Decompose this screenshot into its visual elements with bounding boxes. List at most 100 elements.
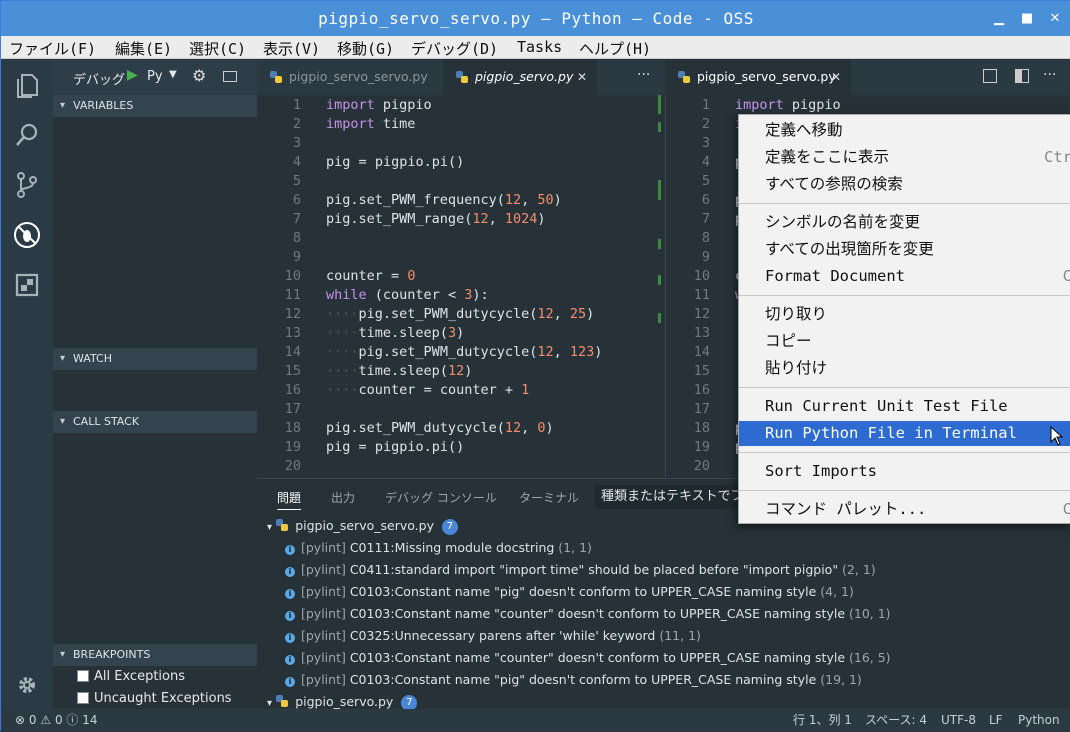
line-number: 15 (284, 363, 301, 379)
close-window-button[interactable]: ✕ (1045, 9, 1065, 29)
menu-go[interactable]: 移動(G) (337, 38, 394, 59)
menu-separator (739, 490, 1070, 491)
gear-icon[interactable] (13, 671, 41, 699)
line-number: 4 (292, 154, 301, 170)
info-icon: ⓘ (66, 713, 79, 727)
debug-icon[interactable] (13, 221, 41, 249)
breakpoints-panel: All Exceptions Uncaught Exceptions (53, 666, 257, 709)
chevron-down-icon[interactable]: ▾ (267, 698, 275, 709)
tab-pigpio-servo-servo-right[interactable]: pigpio_servo_servo.py ✕ (665, 59, 851, 95)
mouse-cursor-icon (1050, 426, 1064, 446)
line-number: 10 (284, 268, 301, 284)
error-icon: ⊗ (15, 713, 26, 727)
line-number: 2 (701, 116, 710, 132)
breakpoints-header[interactable]: BREAKPOINTS (53, 644, 257, 666)
python-file-icon (275, 518, 295, 533)
problems-filter-input[interactable]: 種類またはテキストでフィルター (595, 485, 755, 509)
status-bar: ⊗ 0 ⚠ 0 ⓘ 14 行 1、列 1 スペース: 4 UTF-8 LF Py… (1, 709, 1070, 732)
settings-gear-icon[interactable]: ⚙ (192, 66, 206, 85)
context-menu-item[interactable]: 定義をここに表示 Ctr (739, 145, 1070, 170)
debug-config-select[interactable]: Py (147, 69, 163, 84)
tab-pigpio-servo[interactable]: pigpio_servo.py ✕ (443, 59, 597, 95)
tab-debug-console[interactable]: デバッグ コンソール (385, 489, 497, 506)
context-menu-item[interactable]: Sort Imports (739, 459, 1070, 484)
context-menu-item[interactable]: すべての出現箇所を変更 (739, 237, 1070, 262)
problem-row[interactable]: i [pylint] C0103:Constant name "pig" does… (257, 669, 1070, 691)
close-tab-icon[interactable]: ✕ (577, 59, 587, 95)
close-tab-icon[interactable]: ✕ (831, 59, 841, 95)
line-number: 7 (292, 211, 301, 227)
variables-header[interactable]: VARIABLES (53, 95, 257, 117)
status-indentation[interactable]: スペース: 4 (865, 709, 927, 732)
more-actions-icon[interactable]: ··· (1043, 67, 1056, 83)
status-cursor-position[interactable]: 行 1、列 1 (793, 709, 852, 732)
explorer-icon[interactable] (13, 71, 41, 99)
status-encoding[interactable]: UTF-8 (941, 709, 976, 732)
context-menu-item[interactable]: シンボルの名前を変更 (739, 210, 1070, 235)
status-eol[interactable]: LF (989, 709, 1003, 732)
window-title: pigpio_servo_servo.py — Python — Code - … (318, 9, 754, 28)
context-menu-item[interactable]: コピー (739, 329, 1070, 354)
context-menu-item[interactable]: 定義へ移動 (739, 118, 1070, 143)
problem-row[interactable]: i [pylint] C0103:Constant name "pig" does… (257, 581, 1070, 603)
problem-row[interactable]: i [pylint] C0103:Constant name "counter" … (257, 603, 1070, 625)
menu-file[interactable]: ファイル(F) (9, 38, 96, 59)
breakpoint-all-exceptions[interactable]: All Exceptions (77, 669, 185, 684)
line-number: 2 (292, 116, 301, 132)
line-number: 3 (701, 135, 710, 151)
problem-row[interactable]: i [pylint] C0111:Missing module docstring… (257, 537, 1070, 559)
breakpoint-uncaught-exceptions[interactable]: Uncaught Exceptions (77, 691, 232, 706)
menu-edit[interactable]: 編集(E) (115, 38, 172, 59)
open-changes-icon[interactable] (983, 69, 997, 83)
watch-header[interactable]: WATCH (53, 348, 257, 370)
line-number: 9 (292, 249, 301, 265)
menu-help[interactable]: ヘルプ(H) (579, 38, 651, 59)
context-menu-item[interactable]: Run Current Unit Test File (739, 394, 1070, 419)
info-icon: i (285, 589, 295, 599)
problem-message: C0325:Unnecessary parens after 'while' k… (349, 628, 660, 643)
debug-console-icon[interactable] (223, 71, 237, 82)
extensions-icon[interactable] (13, 271, 41, 299)
call-stack-header[interactable]: CALL STACK (53, 411, 257, 433)
minimize-button[interactable]: ▁ (989, 9, 1009, 29)
menu-selection[interactable]: 選択(C) (189, 38, 246, 59)
line-number: 17 (693, 401, 710, 417)
tab-output[interactable]: 出力 (331, 489, 355, 506)
line-number: 18 (693, 420, 710, 436)
maximize-button[interactable]: ■ (1017, 9, 1037, 29)
tab-problems[interactable]: 問題 (277, 489, 302, 510)
menu-tasks[interactable]: Tasks (517, 38, 562, 56)
more-actions-icon[interactable]: ··· (637, 67, 650, 83)
tab-pigpio-servo-servo[interactable]: pigpio_servo_servo.py (257, 59, 443, 95)
start-debug-icon[interactable]: ▶ (127, 67, 138, 83)
status-language[interactable]: Python (1018, 709, 1060, 732)
checkbox[interactable] (77, 670, 89, 682)
menu-view[interactable]: 表示(V) (263, 38, 320, 59)
split-editor-icon[interactable] (1015, 69, 1029, 83)
search-icon[interactable] (13, 121, 41, 149)
context-menu-item[interactable]: すべての参照の検索 (739, 172, 1070, 197)
tab-terminal[interactable]: ターミナル (519, 489, 579, 506)
context-menu-item[interactable]: 切り取り (739, 302, 1070, 327)
status-problems[interactable]: ⊗ 0 ⚠ 0 ⓘ 14 (15, 709, 98, 732)
menu-debug[interactable]: デバッグ(D) (411, 38, 498, 59)
info-icon: i (285, 545, 295, 555)
left-editor[interactable]: 1 2 3 4 5 6 7 8 9 10 11 12 13 14 15 16 17 18 19 20 import p… (257, 95, 665, 478)
context-menu-item[interactable]: コマンド パレット... C (739, 497, 1070, 522)
chevron-down-icon[interactable]: ▼ (169, 69, 177, 80)
context-menu-item[interactable]: Run Python File in Terminal (739, 421, 1070, 446)
context-menu-item[interactable]: Format Document C (739, 264, 1070, 289)
checkbox[interactable] (77, 692, 89, 704)
problem-row[interactable]: i [pylint] C0103:Constant name "counter" … (257, 647, 1070, 669)
problem-location: (10, 1) (849, 606, 891, 621)
context-menu-item[interactable]: 貼り付け (739, 356, 1070, 381)
problem-source: [pylint] (301, 562, 350, 577)
chevron-down-icon[interactable]: ▾ (267, 522, 275, 533)
problem-row[interactable]: i [pylint] C0325:Unnecessary parens after… (257, 625, 1070, 647)
left-tab-bar: pigpio_servo_servo.py pigpio_servo.py ✕ … (257, 59, 665, 95)
problem-location: (19, 1) (820, 672, 862, 687)
source-control-icon[interactable] (13, 171, 41, 199)
menu-bar: ファイル(F) 編集(E) 選択(C) 表示(V) 移動(G) デバッグ(D) … (1, 36, 1070, 59)
problem-row[interactable]: i [pylint] C0411:standard import "import … (257, 559, 1070, 581)
problem-location: (11, 1) (659, 628, 701, 643)
